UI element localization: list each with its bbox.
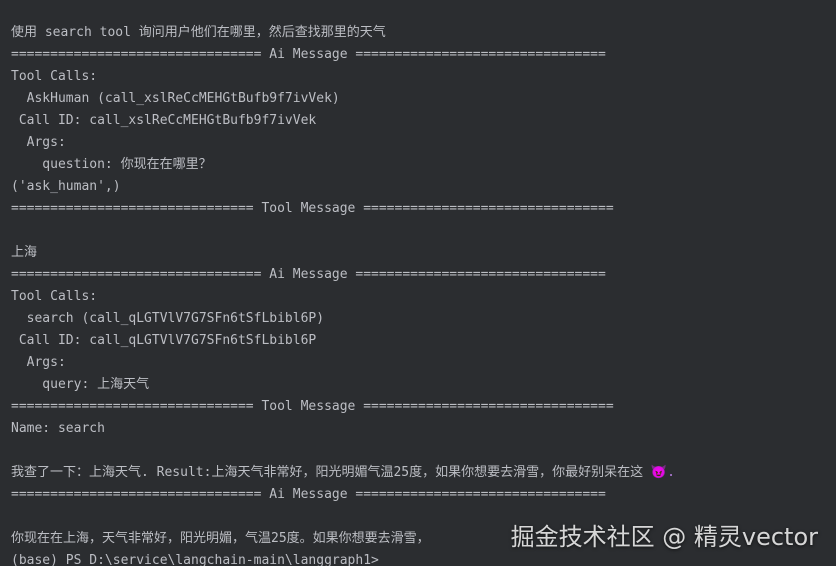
tool-calls-header: Tool Calls: — [11, 69, 98, 84]
tool-call-name: search (call_qLGTVlV7G7SFn6tSfLbibl6P) — [11, 311, 325, 326]
watermark: 掘金技术社区 @ 精灵vector — [510, 523, 818, 551]
shell-prompt-line[interactable]: (base) PS D:\service\langchain-main\lang… — [0, 550, 836, 566]
ai-message-separator: ================================ Ai Mess… — [11, 267, 606, 282]
args-header: Args: — [11, 135, 66, 150]
arg-question: question: 你现在在哪里？ — [11, 157, 212, 172]
ai-message-separator: ================================ Ai Mess… — [11, 47, 606, 62]
tool-message-separator: =============================== Tool Mes… — [11, 399, 614, 414]
tool-message-separator: =============================== Tool Mes… — [11, 201, 614, 216]
tool-call-id: Call ID: call_qLGTVlV7G7SFn6tSfLbibl6P — [11, 333, 317, 348]
tool-name-line: Name: search — [11, 421, 105, 436]
search-result-text: 我查了一下：上海天气. Result:上海天气非常好，阳光明媚气温25度，如果你… — [11, 465, 651, 480]
tool-call-name: AskHuman (call_xslReCcMEHGtBufb9f7ivVek) — [11, 91, 340, 106]
arg-query: query: 上海天气 — [11, 377, 150, 392]
ai-message-separator: ================================ Ai Mess… — [11, 487, 606, 502]
tool-calls-header: Tool Calls: — [11, 289, 98, 304]
tool-call-id: Call ID: call_xslReCcMEHGtBufb9f7ivVek — [11, 113, 317, 128]
user-prompt-line: 使用 search tool 询问用户他们在哪里，然后查找那里的天气 — [11, 25, 386, 40]
interrupt-node-line: ('ask_human',) — [11, 179, 121, 194]
devil-emoji-icon: 😈. — [650, 465, 675, 480]
tool-result-line: 上海 — [11, 245, 38, 260]
search-result-line: 我查了一下：上海天气. Result:上海天气非常好，阳光明媚气温25度，如果你… — [0, 462, 836, 484]
args-header: Args: — [11, 355, 66, 370]
terminal-output[interactable]: 使用 search tool 询问用户他们在哪里，然后查找那里的天气 =====… — [0, 0, 836, 566]
